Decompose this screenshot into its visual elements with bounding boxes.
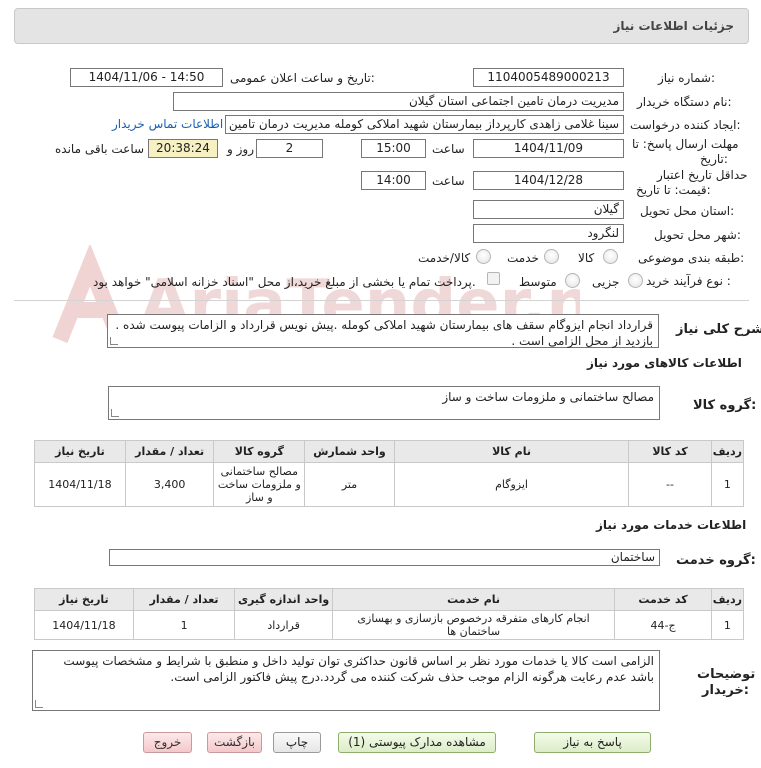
validity-time-field: 14:00 [361,171,426,190]
process-label: نوع فرآیند خرید : [646,274,731,288]
goods-table-header: ردیف کد کالا نام کالا واحد شمارش گروه کا… [34,440,745,463]
goods-table: ردیف کد کالا نام کالا واحد شمارش گروه کا… [34,440,745,507]
services-cell-code: ج-44 [614,610,712,640]
goods-cell-date: 1404/11/18 [34,462,126,507]
resize-handle-icon[interactable] [111,409,119,417]
deadline-date-label: تاریخ: [700,152,728,166]
table-row: 1 -- ایزوگام متر مصالح ساختمانی و ملزوما… [34,462,745,507]
description-label: شرح کلی نیاز: [676,322,761,337]
goods-col-date: تاریخ نیاز [34,440,126,463]
requester-label: ایجاد کننده درخواست: [630,118,741,132]
description-textarea: قرارداد انجام ایزوگام سقف های بیمارستان … [107,314,659,348]
services-col-date: تاریخ نیاز [34,588,134,611]
goods-col-row: ردیف [710,440,745,463]
page-header: جزئیات اطلاعات نیاز [14,8,749,44]
services-table: ردیف کد خدمت نام خدمت واحد اندازه گیری ت… [34,588,745,640]
treasury-note: پرداخت تمام یا بخشی از مبلغ خرید،از محل … [93,275,476,289]
buyer-notes-text: الزامی است کالا یا خدمات مورد نظر بر اسا… [63,654,654,684]
deadline-date-field: 1404/11/09 [473,139,624,158]
services-cell-unit: قرارداد [234,610,333,640]
goods-cell-qty: 3,400 [124,462,215,507]
announce-field: 1404/11/06 - 14:50 [70,68,223,87]
view-attachments-button[interactable]: مشاهده مدارک پیوستی (1) [338,732,496,753]
services-cell-name: انجام کارهای متفرقه درخصوص بازسازی و بهس… [331,610,616,640]
need-number-field: 1104005489000213 [473,68,624,87]
validity-label: حداقل تاریخ اعتبار [657,168,748,182]
services-col-unit: واحد اندازه گیری [234,588,333,611]
services-group-field: ساختمان [109,549,660,566]
category-option-goods: کالا [578,251,595,265]
deadline-time-label: ساعت [432,142,465,156]
services-col-row: ردیف [710,588,745,611]
goods-cell-unit: متر [304,462,395,507]
divider [14,300,749,301]
province-field: گیلان [473,200,624,219]
deadline-time-field: 15:00 [361,139,426,158]
category-option-goods-services: کالا/خدمت [418,251,471,265]
resize-handle-icon[interactable] [35,700,43,708]
need-number-label: شماره نیاز: [658,71,716,85]
category-option-service: خدمت [507,251,539,265]
services-table-header: ردیف کد خدمت نام خدمت واحد اندازه گیری ت… [34,588,745,611]
category-radio-service[interactable] [544,249,559,264]
description-text: قرارداد انجام ایزوگام سقف های بیمارستان … [115,318,653,348]
announce-label: تاریخ و ساعت اعلان عمومی: [230,71,375,85]
days-field: 2 [256,139,323,158]
validity-date-label: قیمت: تا تاریخ: [636,183,711,197]
goods-section-title: اطلاعات کالاهای مورد نیاز [587,356,742,370]
back-button[interactable]: بازگشت [207,732,262,753]
resize-handle-icon[interactable] [110,337,118,345]
city-label: شهر محل تحویل: [654,228,741,242]
goods-group-field: مصالح ساختمانی و ملزومات ساخت و ساز [108,386,660,420]
services-col-qty: تعداد / مقدار [132,588,236,611]
remaining-time-label: ساعت باقی مانده [55,142,145,156]
process-option-medium: متوسط [519,275,557,289]
buyer-org-label: نام دستگاه خریدار: [637,95,732,109]
deadline-label: مهلت ارسال پاسخ: تا [632,137,739,151]
validity-time-label: ساعت [432,174,465,188]
goods-cell-group: مصالح ساختمانی و ملزومات ساخت و ساز [213,462,306,507]
goods-cell-row: 1 [710,462,745,507]
goods-col-unit: واحد شمارش [304,440,395,463]
category-radio-goods-services[interactable] [476,249,491,264]
services-cell-date: 1404/11/18 [34,610,134,640]
buyer-org-field: مدیریت درمان تامین اجتماعی استان گیلان [173,92,624,111]
print-button[interactable]: چاپ [273,732,321,753]
category-label: طبقه بندی موضوعی: [638,251,745,265]
services-section-title: اطلاعات خدمات مورد نیاز [596,518,747,532]
page-title: جزئیات اطلاعات نیاز [613,19,734,33]
validity-date-field: 1404/12/28 [473,171,624,190]
process-radio-medium[interactable] [565,273,580,288]
goods-col-qty: تعداد / مقدار [124,440,215,463]
buyer-contact-link[interactable]: اطلاعات تماس خریدار [112,117,223,131]
table-row: 1 ج-44 انجام کارهای متفرقه درخصوص بازساز… [34,610,745,640]
reply-button[interactable]: پاسخ به نیاز [534,732,651,753]
buyer-notes-label-2: خریدار: [702,683,749,698]
goods-col-code: کد کالا [628,440,712,463]
goods-cell-code: -- [628,462,712,507]
days-label: روز و [227,142,254,156]
goods-cell-name: ایزوگام [393,462,630,507]
services-col-code: کد خدمت [614,588,712,611]
category-radio-goods[interactable] [603,249,618,264]
buyer-notes-label: توضیحات [697,667,756,682]
goods-group-label: گروه کالا: [693,398,757,413]
process-option-minor: جزیی [592,275,620,289]
goods-col-group: گروه کالا [213,440,306,463]
requester-field: سینا غلامی زاهدی کارپرداز بیمارستان شهید… [225,115,624,134]
services-cell-qty: 1 [132,610,236,640]
goods-group-value: مصالح ساختمانی و ملزومات ساخت و ساز [442,390,654,404]
services-group-label: گروه خدمت: [676,553,756,568]
buyer-notes-textarea: الزامی است کالا یا خدمات مورد نظر بر اسا… [32,650,660,711]
province-label: استان محل تحویل: [640,204,735,218]
exit-button[interactable]: خروج [143,732,192,753]
goods-col-name: نام کالا [393,440,630,463]
treasury-checkbox[interactable] [487,272,500,285]
process-radio-minor[interactable] [628,273,643,288]
services-col-name: نام خدمت [331,588,616,611]
remaining-time-field: 20:38:24 [148,139,218,158]
services-cell-row: 1 [710,610,745,640]
city-field: لنگرود [473,224,624,243]
